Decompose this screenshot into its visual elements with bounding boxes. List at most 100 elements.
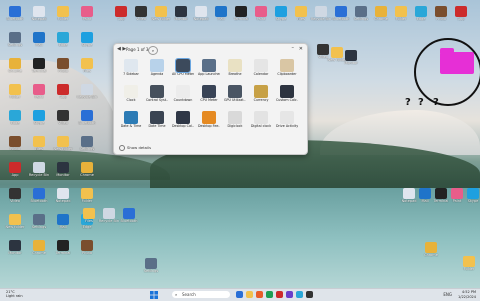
gadget-tile[interactable]: CPU Meter <box>198 85 220 107</box>
system-clock[interactable]: 4:52 PM 1/22/2024 <box>458 290 476 299</box>
pink-folder-icon[interactable] <box>440 48 474 74</box>
desktop-icon[interactable]: Bluetooth <box>28 188 50 212</box>
gadget-tile[interactable]: 7 Sidebar <box>120 59 142 81</box>
page-nav-arrows[interactable]: ◀ ▶ <box>117 46 126 52</box>
gadget-tile[interactable]: Drive Activity <box>276 111 298 133</box>
desktop-icon[interactable]: Recycle Bin <box>98 208 120 232</box>
taskbar-app-icon[interactable] <box>246 291 253 298</box>
desktop-icon[interactable]: New folder <box>150 6 172 30</box>
desktop-icon[interactable]: Skype <box>28 110 50 134</box>
desktop-icon[interactable]: Monitor <box>170 6 192 30</box>
desktop-icon[interactable]: Bluetooth <box>76 110 98 134</box>
gadget-tile[interactable]: All CPU Meter <box>172 58 194 81</box>
gadget-tile[interactable]: Currency <box>250 85 272 107</box>
desktop-icon[interactable]: Edge <box>4 110 26 134</box>
desktop-icon[interactable]: Monitor <box>4 240 26 264</box>
desktop-icon[interactable]: New folder <box>4 214 26 238</box>
taskbar-app-icon[interactable] <box>286 291 293 298</box>
desktop-icon[interactable]: Notepad <box>28 6 50 30</box>
desktop-icon[interactable]: Notepad <box>52 188 74 212</box>
desktop-icon[interactable]: Bluetooth <box>118 208 140 232</box>
desktop-icon[interactable]: Mail <box>210 6 232 30</box>
desktop-icon[interactable]: Files <box>78 208 100 232</box>
desktop-icon[interactable]: Skype <box>76 32 98 56</box>
desktop-icon[interactable]: Monitor <box>340 50 362 74</box>
desktop-icon[interactable]: Settings <box>350 6 372 30</box>
gadget-tile[interactable]: Digiclock <box>224 111 246 133</box>
desktop-icon[interactable]: Chrome <box>4 58 26 82</box>
gadget-tile[interactable]: Digital clock <box>250 111 272 133</box>
desktop-icon[interactable]: Edge <box>52 32 74 56</box>
taskbar-app-icon[interactable] <box>266 291 273 298</box>
desktop-icon[interactable]: Photo <box>430 6 452 30</box>
desktop-icon[interactable]: Photo <box>52 58 74 82</box>
desktop-icon[interactable]: Edge <box>410 6 432 30</box>
desktop-icon[interactable]: Photo <box>4 136 26 160</box>
desktop-icon[interactable]: Settings <box>4 32 26 56</box>
desktop-icon[interactable]: Terminal <box>52 240 74 264</box>
search-icon[interactable]: ⌕ <box>148 46 158 55</box>
desktop-icon[interactable]: Folder <box>52 6 74 30</box>
gadget-tile[interactable]: Clock <box>120 85 142 107</box>
desktop-icon[interactable]: Paint <box>250 6 272 30</box>
desktop-icon[interactable]: Paint <box>28 84 50 108</box>
gadget-tile[interactable]: Calendar <box>250 59 272 81</box>
desktop-icon[interactable]: Notepad <box>190 6 212 30</box>
desktop-icon[interactable]: Settings <box>28 214 50 238</box>
desktop-icon[interactable]: Settings <box>76 136 98 160</box>
taskbar-app-icon[interactable] <box>236 291 243 298</box>
gadgets-window[interactable]: ◀ ▶ Page 1 of 3 ⌕ – ✕ 7 Sidebar Agenda All… <box>113 43 308 155</box>
gadget-tile[interactable]: Clipboarder <box>276 59 298 81</box>
gadget-tile[interactable]: Control Syst... <box>146 85 168 107</box>
desktop-icon[interactable]: Folder <box>4 84 26 108</box>
desktop-icon[interactable]: Bluetooth <box>4 6 26 30</box>
desktop-icon[interactable]: Video <box>52 110 74 134</box>
windows-start-icon[interactable] <box>150 291 158 299</box>
gadget-tile[interactable]: Date Time <box>146 111 168 133</box>
desktop-icon[interactable]: App <box>110 6 132 30</box>
desktop-icon[interactable]: Settings <box>140 258 162 282</box>
minimize-button[interactable]: – <box>292 45 295 51</box>
desktop-icon[interactable]: Recycle Bin <box>310 6 332 30</box>
desktop-icon[interactable]: App <box>52 84 74 108</box>
taskbar-app-icon[interactable] <box>306 291 313 298</box>
gadget-tile[interactable]: Desktop Cal... <box>172 111 194 133</box>
language-indicator[interactable]: ENG <box>443 292 452 297</box>
desktop-icon[interactable]: Folder <box>390 6 412 30</box>
desktop-icon[interactable]: Terminal <box>230 6 252 30</box>
desktop-icon[interactable]: Files <box>290 6 312 30</box>
gadget-tile[interactable]: App Launcher <box>198 59 220 81</box>
desktop-icon[interactable]: Photo <box>76 240 98 264</box>
desktop-icon[interactable]: Monitor <box>52 162 74 186</box>
gadget-tile[interactable]: Breathe <box>224 59 246 81</box>
desktop-icon[interactable]: Mail <box>52 214 74 238</box>
desktop-icon[interactable]: Mail <box>28 32 50 56</box>
desktop-icon[interactable]: Folder <box>458 256 480 280</box>
gadget-tile[interactable]: Countdown <box>172 85 194 107</box>
weather-widget[interactable]: 21°C Light rain <box>6 290 23 298</box>
desktop-icon[interactable]: Files <box>76 58 98 82</box>
close-button[interactable]: ✕ <box>299 46 303 52</box>
gadget-tile[interactable]: Agenda <box>146 59 168 81</box>
gadget-tile[interactable]: Date & Time <box>120 111 142 133</box>
taskbar-app-icon[interactable] <box>276 291 283 298</box>
desktop-icon[interactable]: Chrome <box>420 242 442 266</box>
desktop-icon[interactable]: Paint <box>76 6 98 30</box>
gadget-tile[interactable]: Custom Calc... <box>276 85 298 107</box>
show-details-toggle[interactable]: Show details <box>119 145 151 151</box>
taskbar-search-box[interactable]: ⌕ Search <box>172 291 230 298</box>
taskbar-app-icon[interactable] <box>296 291 303 298</box>
desktop-icon[interactable]: Recycle Bin <box>76 84 98 108</box>
desktop-icon[interactable]: Terminal <box>28 58 50 82</box>
desktop-icon[interactable]: Skype <box>462 188 480 212</box>
desktop-icon[interactable]: Files <box>28 136 50 160</box>
desktop-icon[interactable]: Chrome <box>370 6 392 30</box>
desktop-icon[interactable]: Skype <box>270 6 292 30</box>
desktop-icon[interactable]: Video <box>4 188 26 212</box>
gadget-tile[interactable]: Desktop Fee... <box>198 111 220 133</box>
desktop-icon[interactable]: Chrome <box>76 162 98 186</box>
taskbar-app-icon[interactable] <box>256 291 263 298</box>
desktop-icon[interactable]: App <box>4 162 26 186</box>
desktop-icon[interactable]: New folder <box>52 136 74 160</box>
desktop-icon[interactable]: Recycle Bin <box>28 162 50 186</box>
